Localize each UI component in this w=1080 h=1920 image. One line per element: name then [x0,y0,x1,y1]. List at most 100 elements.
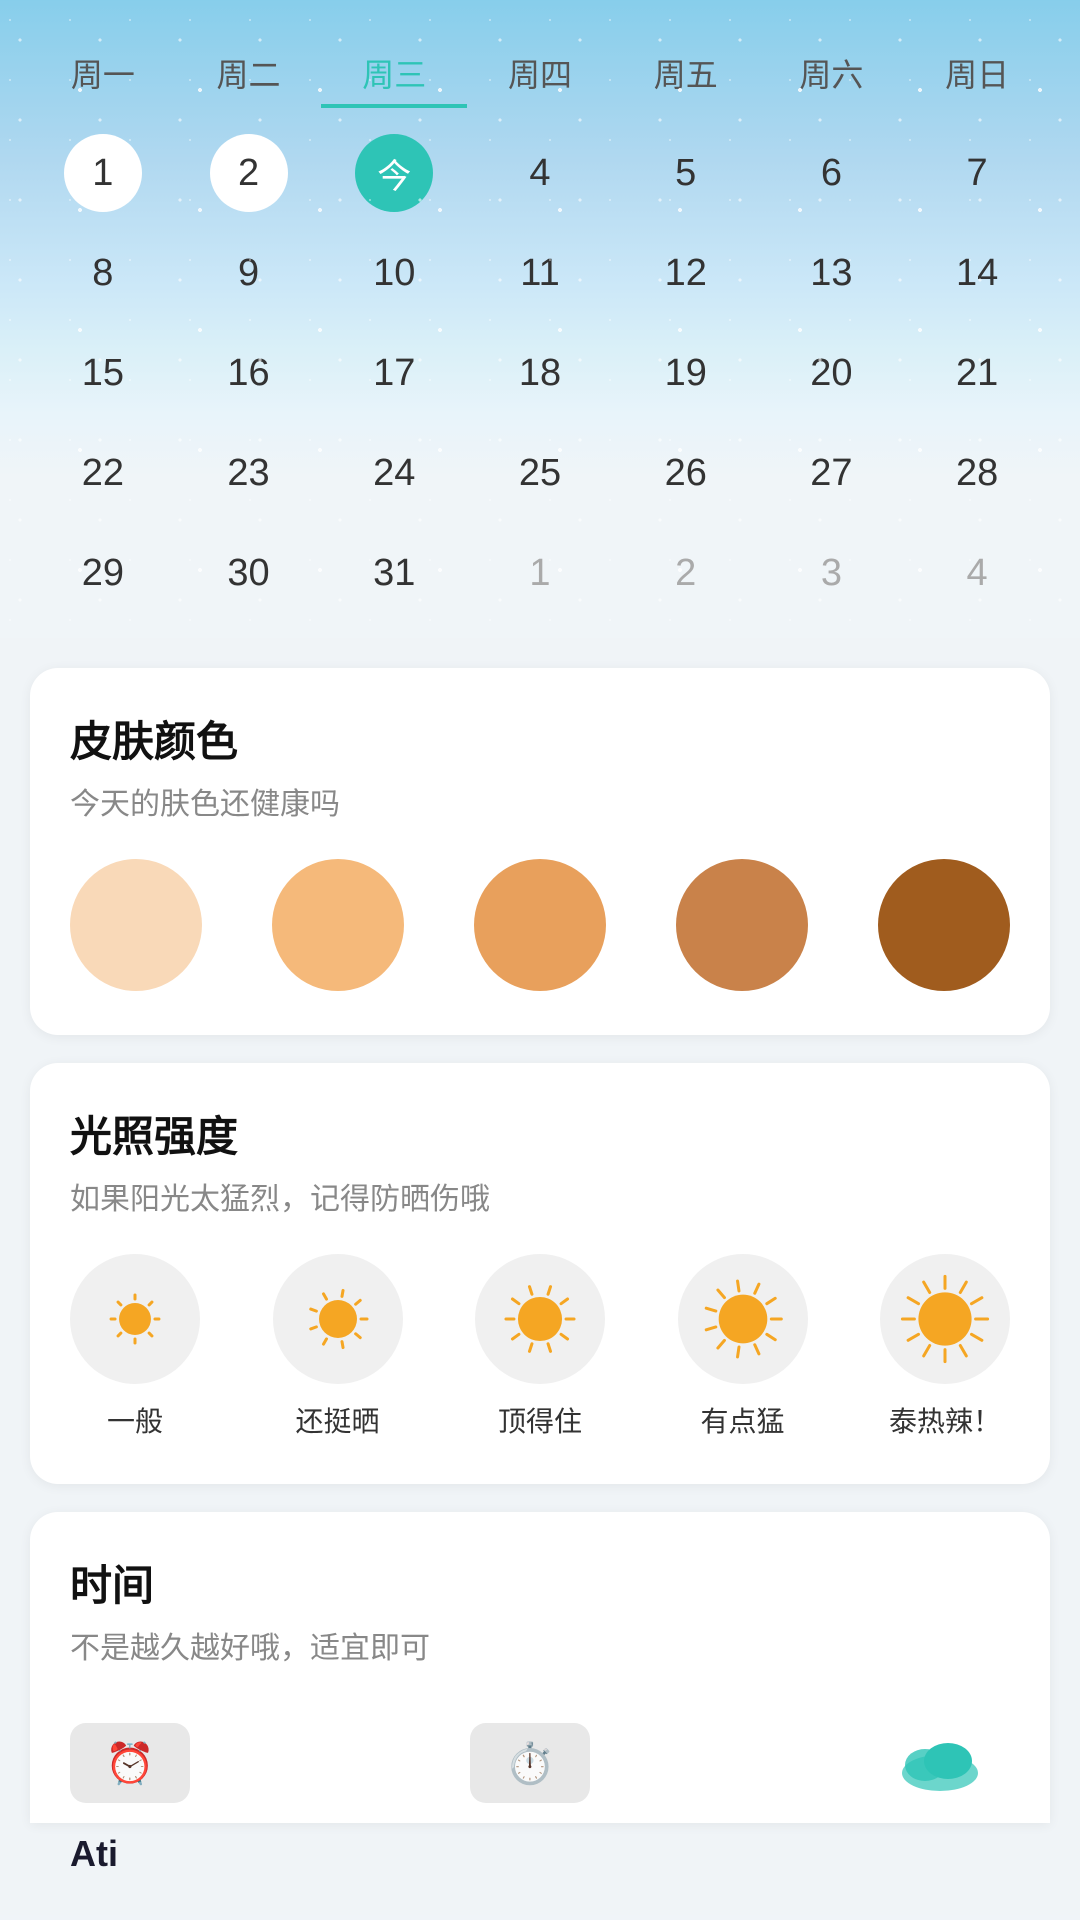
day-cell: 8 [30,228,176,318]
sun-item-3[interactable]: 有点猛 [678,1254,808,1440]
day-cell: 1 [467,528,613,618]
sun-item-4[interactable]: 泰热辣！ [880,1254,1010,1440]
sun-circle-4 [880,1254,1010,1384]
skin-circle-1[interactable] [272,859,404,991]
day-number[interactable]: 30 [210,534,288,612]
day-number[interactable]: 9 [210,234,288,312]
day-number[interactable]: 7 [938,134,1016,212]
sun-label-1: 还挺晒 [295,1400,379,1440]
day-number[interactable]: 25 [501,434,579,512]
day-cell: 14 [904,228,1050,318]
time-card-title: 时间 [70,1552,1010,1613]
day-cell: 15 [30,328,176,418]
day-number[interactable]: 13 [792,234,870,312]
day-number[interactable]: 19 [647,334,725,412]
bottom-label: Ati [30,1823,1050,1915]
weekday-label: 周三 [321,40,467,108]
light-intensity-card: 光照强度 如果阳光太猛烈，记得防晒伤哦 一般还挺晒 顶得住 有点猛 泰热辣！ [30,1063,1050,1484]
day-cell: 16 [176,328,322,418]
day-cell: 23 [176,428,322,518]
day-number[interactable]: 14 [938,234,1016,312]
day-number[interactable]: 10 [355,234,433,312]
day-number[interactable]: 11 [501,234,579,312]
day-number[interactable]: 3 [792,534,870,612]
day-cell: 6 [759,128,905,218]
day-cell: 9 [176,228,322,318]
skin-circle-0[interactable] [70,859,202,991]
day-number[interactable]: 28 [938,434,1016,512]
day-number[interactable]: 1 [501,534,579,612]
day-number[interactable]: 17 [355,334,433,412]
day-cell: 28 [904,428,1050,518]
day-number[interactable]: 18 [501,334,579,412]
day-cell: 4 [904,528,1050,618]
day-cell: 26 [613,428,759,518]
day-number[interactable]: 23 [210,434,288,512]
day-cell: 25 [467,428,613,518]
day-number[interactable]: 27 [792,434,870,512]
app-container: 周一周二周三周四周五周六周日 12今4567891011121314151617… [0,0,1080,1915]
weekday-label: 周六 [759,40,905,108]
weekday-label: 周二 [176,40,322,108]
sun-item-0[interactable]: 一般 [70,1254,200,1440]
day-number[interactable]: 20 [792,334,870,412]
sun-label-2: 顶得住 [498,1400,582,1440]
calendar-section: 周一周二周三周四周五周六周日 12今4567891011121314151617… [0,0,1080,638]
sun-label-3: 有点猛 [700,1400,784,1440]
day-number[interactable]: 15 [64,334,142,412]
day-number[interactable]: 31 [355,534,433,612]
day-cell: 20 [759,328,905,418]
day-number[interactable]: 1 [64,134,142,212]
sun-circle-2 [475,1254,605,1384]
sun-circle-3 [678,1254,808,1384]
day-cell: 12 [613,228,759,318]
light-card-subtitle: 如果阳光太猛烈，记得防晒伤哦 [70,1174,1010,1218]
day-cell: 今 [321,128,467,218]
day-cell: 2 [613,528,759,618]
day-number[interactable]: 24 [355,434,433,512]
sun-circle-0 [70,1254,200,1384]
skin-circle-4[interactable] [878,859,1010,991]
day-number[interactable]: 4 [938,534,1016,612]
sun-circle-1 [273,1254,403,1384]
skin-circle-2[interactable] [474,859,606,991]
day-cell: 11 [467,228,613,318]
weekday-label: 周日 [904,40,1050,108]
day-cell: 30 [176,528,322,618]
day-number[interactable]: 29 [64,534,142,612]
time-card: 时间 不是越久越好哦，适宜即可 ⏰ ⏱️ [30,1512,1050,1823]
day-number[interactable]: 8 [64,234,142,312]
skin-circle-3[interactable] [676,859,808,991]
day-cell: 29 [30,528,176,618]
skin-color-card: 皮肤颜色 今天的肤色还健康吗 [30,668,1050,1035]
day-number[interactable]: 今 [355,134,433,212]
day-number[interactable]: 22 [64,434,142,512]
day-cell: 2 [176,128,322,218]
day-number[interactable]: 2 [647,534,725,612]
day-number[interactable]: 5 [647,134,725,212]
light-card-title: 光照强度 [70,1103,1010,1164]
sun-item-1[interactable]: 还挺晒 [273,1254,403,1440]
sun-items-container: 一般还挺晒 顶得住 有点猛 泰热辣！ [70,1254,1010,1440]
day-number[interactable]: 6 [792,134,870,212]
day-cell: 5 [613,128,759,218]
sun-label-4: 泰热辣！ [889,1400,1001,1440]
day-cell: 13 [759,228,905,318]
day-cell: 19 [613,328,759,418]
day-cell: 10 [321,228,467,318]
cards-area: 皮肤颜色 今天的肤色还健康吗 光照强度 如果阳光太猛烈，记得防晒伤哦 一般还挺晒… [0,638,1080,1915]
day-number[interactable]: 26 [647,434,725,512]
day-number[interactable]: 4 [501,134,579,212]
weekday-label: 周四 [467,40,613,108]
day-number[interactable]: 21 [938,334,1016,412]
day-number[interactable]: 2 [210,134,288,212]
days-grid: 12今4567891011121314151617181920212223242… [30,128,1050,618]
sun-item-2[interactable]: 顶得住 [475,1254,605,1440]
time-icon-2[interactable]: ⏱️ [470,1723,590,1803]
skin-circles-container [70,859,1010,991]
time-icon-1[interactable]: ⏰ [70,1723,190,1803]
day-number[interactable]: 16 [210,334,288,412]
day-number[interactable]: 12 [647,234,725,312]
day-cell: 4 [467,128,613,218]
day-cell: 1 [30,128,176,218]
